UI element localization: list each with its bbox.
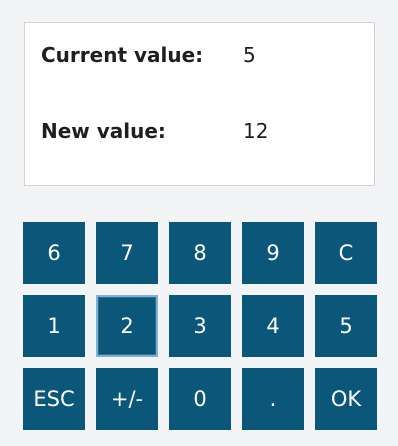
key-label: . bbox=[269, 386, 277, 411]
key-label: 2 bbox=[120, 313, 134, 338]
key-3[interactable]: 3 bbox=[169, 295, 231, 357]
sign-toggle-key[interactable]: +/- bbox=[96, 368, 158, 430]
key-label: +/- bbox=[110, 386, 144, 411]
current-value-label: Current value: bbox=[41, 43, 204, 67]
key-label: 9 bbox=[266, 240, 280, 265]
clear-key[interactable]: C bbox=[315, 222, 377, 284]
current-value: 5 bbox=[243, 43, 256, 67]
key-1[interactable]: 1 bbox=[23, 295, 85, 357]
key-5[interactable]: 5 bbox=[315, 295, 377, 357]
key-6[interactable]: 6 bbox=[23, 222, 85, 284]
key-label: 8 bbox=[193, 240, 207, 265]
key-label: 4 bbox=[266, 313, 280, 338]
escape-key[interactable]: ESC bbox=[23, 368, 85, 430]
key-label: 1 bbox=[47, 313, 61, 338]
decimal-key[interactable]: . bbox=[242, 368, 304, 430]
key-label: 0 bbox=[193, 386, 207, 411]
key-2[interactable]: 2 bbox=[96, 295, 158, 357]
value-display-panel: Current value: 5 New value: 12 bbox=[24, 22, 375, 186]
key-9[interactable]: 9 bbox=[242, 222, 304, 284]
new-value-label: New value: bbox=[41, 119, 166, 143]
key-8[interactable]: 8 bbox=[169, 222, 231, 284]
numeric-input-dialog: Current value: 5 New value: 12 6 7 8 9 C… bbox=[0, 0, 398, 446]
new-value: 12 bbox=[243, 119, 269, 143]
key-label: 3 bbox=[193, 313, 207, 338]
ok-key[interactable]: OK bbox=[315, 368, 377, 430]
key-label: 5 bbox=[339, 313, 353, 338]
key-label: 6 bbox=[47, 240, 61, 265]
key-4[interactable]: 4 bbox=[242, 295, 304, 357]
key-label: ESC bbox=[33, 386, 75, 411]
key-label: 7 bbox=[120, 240, 134, 265]
key-0[interactable]: 0 bbox=[169, 368, 231, 430]
key-label: OK bbox=[330, 386, 362, 411]
numeric-keypad: 6 7 8 9 C 1 2 3 4 5 ESC +/- 0 . OK bbox=[23, 222, 377, 430]
key-7[interactable]: 7 bbox=[96, 222, 158, 284]
key-label: C bbox=[338, 240, 354, 265]
